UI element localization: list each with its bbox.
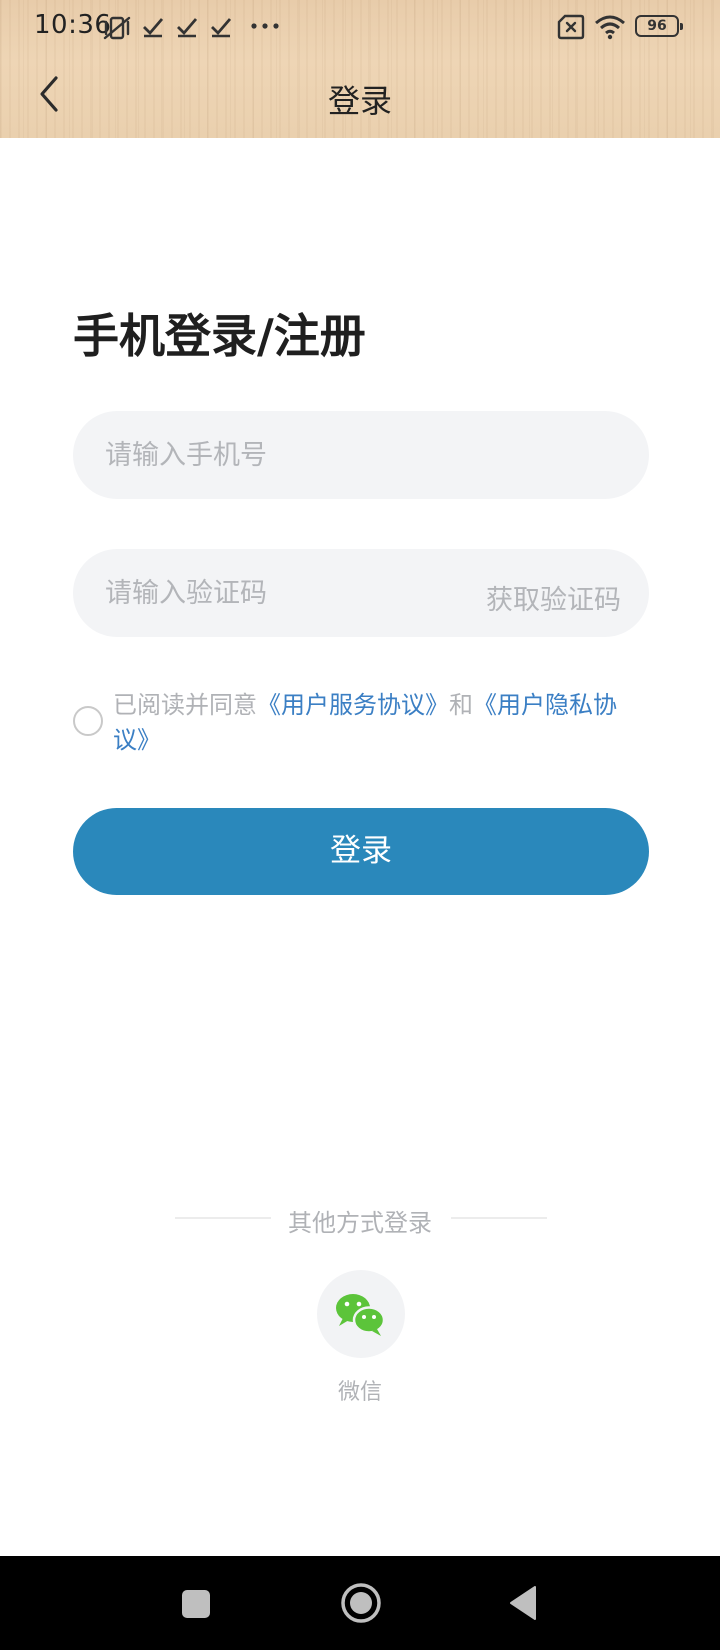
check-icon xyxy=(177,18,198,38)
check-icon xyxy=(211,18,232,38)
status-bar: 10:36 96 xyxy=(0,0,720,56)
login-button[interactable]: 登录 xyxy=(73,808,649,895)
agreement-conjunction: 和 xyxy=(449,691,473,719)
wechat-login-button[interactable] xyxy=(317,1270,405,1358)
status-time: 10:36 xyxy=(34,10,112,40)
agreement-text: 已阅读并同意《用户服务协议》和《用户隐私协议》 xyxy=(113,688,633,758)
circle-icon xyxy=(341,1583,381,1623)
back-nav-button[interactable] xyxy=(507,1584,539,1622)
wechat-icon xyxy=(336,1294,386,1336)
login-screen: 10:36 96 登录 手机登录/注册 请输入手机号 请输入验证码 获取验证码 … xyxy=(0,0,720,1650)
agreement-prefix: 已阅读并同意 xyxy=(113,691,257,719)
agreement-checkbox[interactable] xyxy=(73,706,103,736)
page-title: 手机登录/注册 xyxy=(73,309,366,363)
home-button[interactable] xyxy=(340,1582,382,1624)
wechat-label: 微信 xyxy=(337,1380,382,1405)
wifi-icon xyxy=(595,15,625,40)
service-agreement-link[interactable]: 《用户服务协议》 xyxy=(257,691,449,719)
recent-apps-button[interactable] xyxy=(180,1588,212,1620)
system-nav-bar xyxy=(0,1556,720,1650)
app-header: 10:36 96 登录 xyxy=(0,0,720,138)
square-icon xyxy=(182,1590,210,1618)
sim-error-icon xyxy=(557,14,585,40)
header-title: 登录 xyxy=(327,82,392,120)
other-login-label: 其他方式登录 xyxy=(288,1209,432,1237)
phone-input[interactable] xyxy=(73,411,649,499)
vibrate-off-icon xyxy=(103,16,131,40)
battery-indicator: 96 xyxy=(635,15,683,37)
divider-right xyxy=(451,1217,547,1219)
triangle-back-icon xyxy=(510,1586,536,1620)
more-dots-icon xyxy=(251,23,279,29)
check-icon xyxy=(143,18,164,38)
get-code-button[interactable]: 获取验证码 xyxy=(486,578,621,617)
